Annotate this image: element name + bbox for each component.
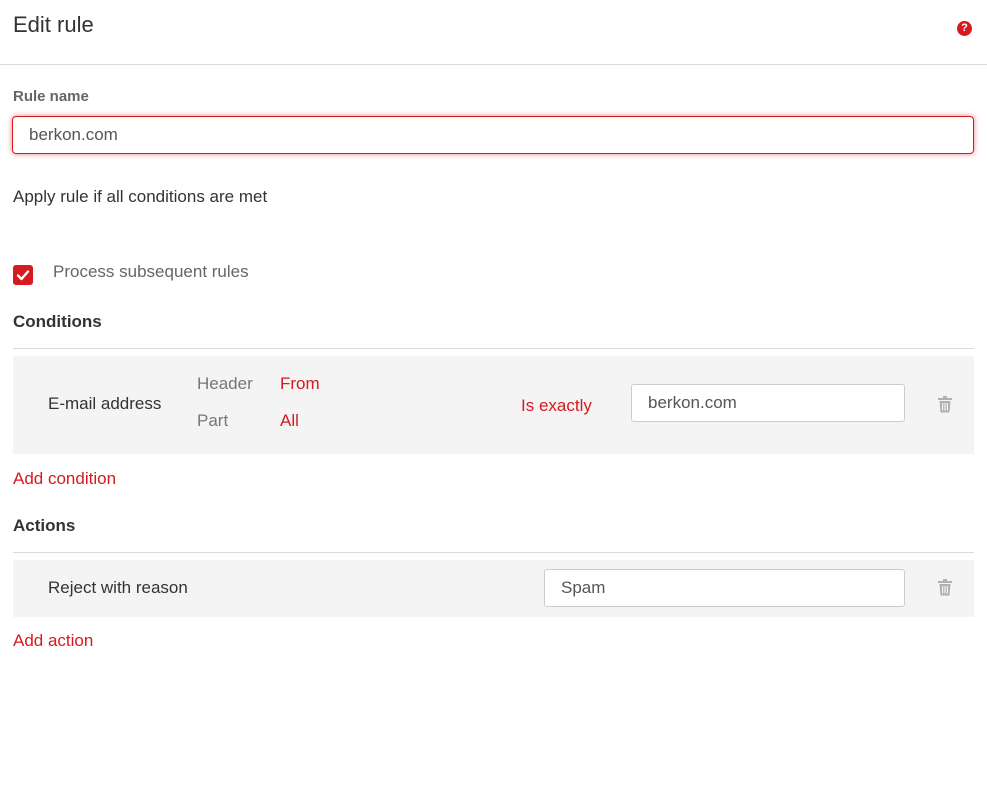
condition-part-label: Part (197, 411, 229, 430)
rule-name-input[interactable] (12, 116, 974, 154)
action-reason-input[interactable] (544, 569, 905, 607)
page-title: Edit rule (13, 12, 94, 37)
conditions-heading: Conditions (13, 312, 102, 331)
process-subsequent-label[interactable]: Process subsequent rules (53, 262, 249, 282)
conditions-divider (13, 348, 974, 349)
add-condition-link[interactable]: Add condition (13, 469, 116, 489)
rule-name-label: Rule name (13, 88, 89, 105)
trash-icon[interactable] (938, 579, 952, 596)
actions-heading: Actions (13, 516, 76, 535)
edit-rule-page: Edit rule ? Rule name Apply rule if all … (0, 0, 987, 806)
actions-divider (13, 552, 974, 553)
condition-field: E-mail address (48, 394, 162, 413)
page-header: Edit rule ? (0, 0, 987, 65)
condition-part-select[interactable]: All (280, 411, 299, 431)
action-type: Reject with reason (48, 578, 188, 597)
condition-row: E-mail address Header From Part All Is e… (13, 356, 974, 454)
condition-header-label: Header (197, 374, 253, 393)
condition-operator-select[interactable]: Is exactly (521, 396, 592, 416)
condition-header-select[interactable]: From (280, 374, 320, 394)
action-row: Reject with reason (13, 560, 974, 617)
add-action-link[interactable]: Add action (13, 631, 93, 651)
checkmark-icon (16, 270, 30, 281)
condition-value-input[interactable] (631, 384, 905, 422)
question-circle-icon[interactable]: ? (957, 21, 972, 36)
apply-rule-text: Apply rule if all conditions are met (13, 187, 268, 206)
trash-icon[interactable] (938, 396, 952, 413)
process-subsequent-checkbox[interactable] (13, 265, 33, 285)
